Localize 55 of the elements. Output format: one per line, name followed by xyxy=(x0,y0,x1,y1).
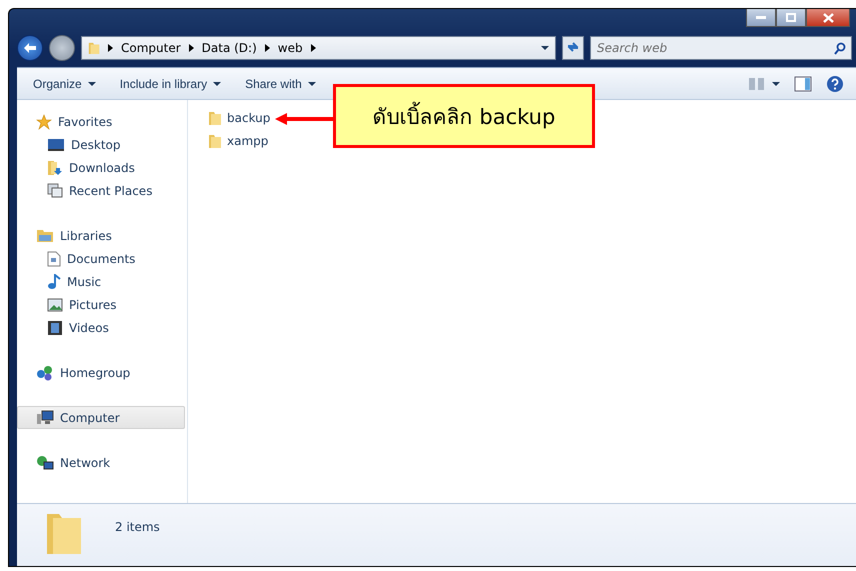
toolbar-button[interactable]: Include in library xyxy=(114,72,228,94)
folder-icon xyxy=(208,132,222,148)
help-icon xyxy=(826,74,844,92)
folder-item[interactable]: backup xyxy=(208,106,270,129)
back-arrow-icon xyxy=(23,42,37,54)
back-button[interactable] xyxy=(17,35,43,61)
monitor-icon xyxy=(47,138,65,152)
close-button[interactable] xyxy=(806,9,850,27)
search-field[interactable]: Search web xyxy=(590,36,852,60)
homegroup-icon xyxy=(36,364,54,380)
folder-icon xyxy=(88,40,100,56)
document-icon xyxy=(47,250,61,266)
download-folder-icon xyxy=(47,160,63,176)
refresh-button[interactable] xyxy=(562,36,584,60)
arrow xyxy=(275,113,335,125)
search-icon xyxy=(834,42,846,55)
maximize-icon xyxy=(786,13,796,22)
item-count: 2 items xyxy=(115,520,160,534)
sidebar-item[interactable]: Pictures xyxy=(17,293,185,316)
sidebar-item[interactable]: Network xyxy=(17,451,185,474)
minimize-button[interactable] xyxy=(746,9,776,27)
forward-button[interactable] xyxy=(49,35,75,61)
sidebar-item[interactable]: Recent Places xyxy=(17,179,185,202)
sidebar-item[interactable]: Downloads xyxy=(17,156,185,179)
sidebar-item[interactable]: Music xyxy=(17,270,185,293)
sidebar-item[interactable]: Favorites xyxy=(17,110,185,133)
sidebar-item[interactable]: Libraries xyxy=(17,224,185,247)
recent-places-icon xyxy=(47,182,63,198)
sidebar-item[interactable]: Desktop xyxy=(17,133,185,156)
music-note-icon xyxy=(47,274,61,290)
star-icon xyxy=(36,114,52,130)
breadcrumb[interactable]: Computer xyxy=(121,41,181,55)
preview-pane-icon xyxy=(794,76,812,92)
sidebar-item[interactable]: Videos xyxy=(17,316,185,339)
sidebar-item[interactable]: Documents xyxy=(17,247,185,270)
sidebar-item[interactable]: Computer xyxy=(17,406,185,429)
folder-icon xyxy=(208,110,222,126)
toolbar-button[interactable]: Share with xyxy=(239,72,322,94)
network-icon xyxy=(36,454,54,470)
refresh-icon xyxy=(566,40,580,52)
breadcrumb[interactable]: web xyxy=(278,41,303,55)
maximize-button[interactable] xyxy=(776,9,806,27)
film-icon xyxy=(47,320,63,336)
address-bar[interactable]: Computer Data (D:) web xyxy=(81,36,556,60)
view-icon xyxy=(748,76,766,90)
computer-icon xyxy=(36,410,54,426)
minimize-icon xyxy=(756,16,766,20)
folder-item[interactable]: xampp xyxy=(208,129,268,152)
callout-tooltip: ดับเบิ้ลคลิก backup xyxy=(333,84,595,148)
toolbar-button[interactable]: Organize xyxy=(27,72,102,94)
picture-icon xyxy=(47,298,63,312)
breadcrumb[interactable]: Data (D:) xyxy=(202,41,257,55)
sidebar-item[interactable]: Homegroup xyxy=(17,361,185,384)
library-icon xyxy=(36,228,54,243)
close-icon xyxy=(822,12,834,22)
